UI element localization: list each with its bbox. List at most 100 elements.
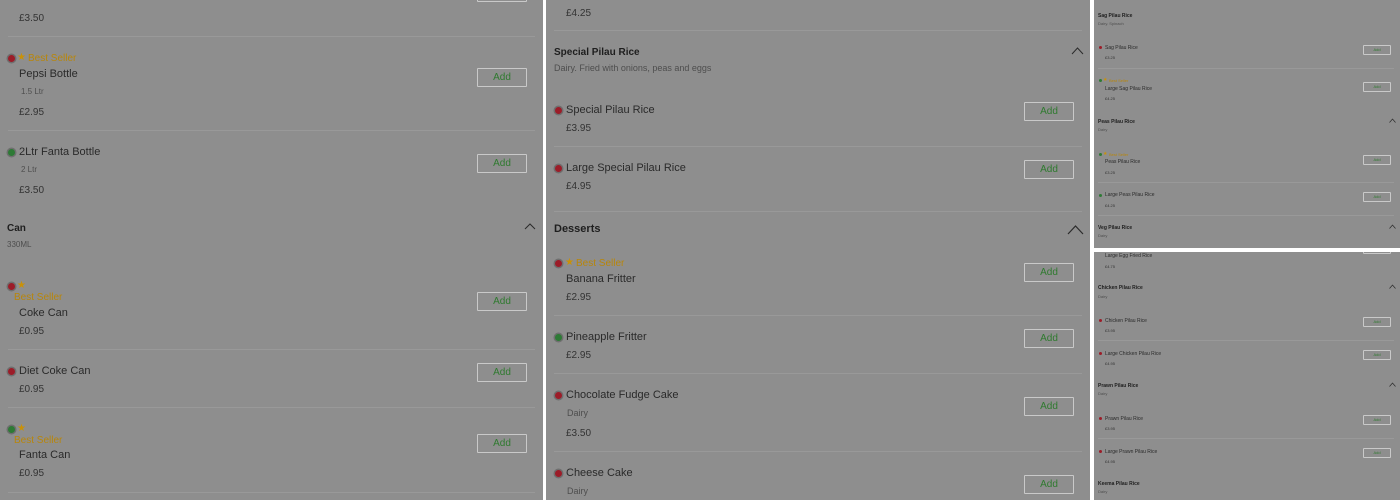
veg-dot-icon (8, 426, 15, 433)
best-seller-badge: Best Seller (28, 53, 77, 64)
item-name: 2Ltr Fanta Bottle (19, 146, 101, 158)
item-price: £3.95 (1105, 426, 1116, 431)
chevron-up-icon[interactable] (1389, 382, 1396, 387)
chevron-up-icon[interactable] (1067, 224, 1084, 235)
item-price: £3.95 (566, 123, 592, 134)
item-name: Cheese Cake (566, 467, 633, 479)
item-price: £4.25 (1105, 203, 1116, 208)
chevron-up-icon[interactable] (524, 222, 536, 230)
divider (554, 211, 1082, 212)
item-name: Chicken Pilau Rice (1105, 318, 1147, 324)
best-seller-badge: Best Seller (14, 292, 63, 303)
item-price: £4.75 (1105, 264, 1116, 269)
add-button[interactable]: Add (477, 434, 527, 453)
section-description: Dairy (1098, 294, 1108, 299)
add-button[interactable]: Add (1024, 102, 1074, 121)
section-description: Dairy. Fried with onions, peas and eggs (554, 63, 712, 73)
chevron-up-icon[interactable] (1389, 284, 1396, 289)
item-price: £4.25 (1105, 96, 1116, 101)
divider (8, 407, 535, 408)
non-veg-dot-icon (1099, 46, 1102, 49)
add-button[interactable]: Add (1363, 82, 1391, 92)
divider (8, 36, 535, 37)
add-button[interactable]: Add (1363, 155, 1391, 165)
add-button[interactable]: Add (1363, 45, 1391, 55)
item-price: £0.95 (19, 468, 45, 479)
veg-dot-icon (1099, 153, 1102, 156)
divider (8, 349, 535, 350)
section-title: Prawn Pilau Rice (1098, 383, 1139, 389)
item-name: Pepsi Bottle (19, 68, 78, 80)
item-name: Banana Fritter (566, 273, 636, 285)
non-veg-dot-icon (1099, 450, 1102, 453)
add-button[interactable]: Add (1024, 263, 1074, 282)
section-title: Chicken Pilau Rice (1098, 285, 1143, 291)
item-name: Coke Can (19, 307, 68, 319)
non-veg-dot-icon (1099, 319, 1102, 322)
veg-dot-icon (555, 334, 562, 341)
divider (554, 373, 1082, 374)
chevron-up-icon[interactable] (1071, 46, 1084, 55)
add-button[interactable]: Add (477, 363, 527, 382)
add-button[interactable] (1363, 252, 1391, 254)
section-description: Dairy. Spinach (1098, 21, 1124, 26)
item-description: Dairy (567, 486, 589, 496)
add-button[interactable]: Add (477, 68, 527, 87)
section-description: Dairy (1098, 127, 1108, 132)
star-icon: ★ (1103, 151, 1108, 157)
non-veg-dot-icon (555, 470, 562, 477)
non-veg-dot-icon (555, 165, 562, 172)
add-button[interactable]: Add (1363, 192, 1391, 202)
item-price: £3.50 (566, 428, 592, 439)
divider (554, 30, 1082, 31)
non-veg-dot-icon (555, 392, 562, 399)
add-button[interactable]: Add (1024, 475, 1074, 494)
add-button[interactable]: Add (1024, 397, 1074, 416)
menu-panel-chicken-prawn: Large Egg Fried Rice £4.75 Chicken Pilau… (1094, 252, 1400, 500)
item-price: £3.50 (19, 185, 45, 196)
veg-dot-icon (8, 149, 15, 156)
item-name: Pineapple Fritter (566, 331, 647, 343)
best-seller-badge: Best Seller (1109, 152, 1129, 157)
add-button[interactable]: Add (1363, 317, 1391, 327)
add-button[interactable]: Add (1363, 415, 1391, 425)
star-icon: ★ (17, 423, 26, 434)
divider (554, 315, 1082, 316)
add-button[interactable]: Add (1363, 448, 1391, 458)
section-title: Peas Pilau Rice (1098, 119, 1135, 125)
star-icon: ★ (565, 257, 574, 268)
add-button[interactable]: Add (477, 154, 527, 173)
star-icon: ★ (1103, 77, 1108, 83)
section-description: Dairy (1098, 489, 1108, 494)
item-name: Large Sag Pilau Rice (1105, 86, 1152, 92)
item-price: £3.25 (1105, 170, 1116, 175)
item-description: 2 Ltr (21, 165, 38, 174)
divider (1098, 438, 1394, 439)
item-name: Diet Coke Can (19, 365, 91, 377)
veg-dot-icon (1099, 194, 1102, 197)
divider (1098, 340, 1394, 341)
chevron-up-icon[interactable] (1389, 224, 1396, 229)
item-description: Dairy (567, 408, 589, 418)
item-price: £0.95 (19, 384, 45, 395)
divider (554, 146, 1082, 147)
section-title: Veg Pilau Rice (1098, 225, 1133, 231)
item-price: £3.95 (1105, 328, 1116, 333)
add-button[interactable]: Add (1024, 160, 1074, 179)
add-button[interactable]: Add (1024, 329, 1074, 348)
item-name: Large Prawn Pilau Rice (1105, 449, 1158, 455)
add-button[interactable]: Add (477, 292, 527, 311)
section-title: Keema Pilau Rice (1098, 481, 1140, 487)
item-name: Special Pilau Rice (566, 104, 655, 116)
item-description: 1.5 Ltr (21, 87, 44, 96)
chevron-up-icon[interactable] (1389, 118, 1396, 123)
add-button[interactable]: Add (1363, 350, 1391, 360)
menu-panel-rice-desserts: £4.25 Special Pilau Rice Dairy. Fried wi… (546, 0, 1090, 500)
add-button[interactable] (477, 0, 527, 2)
item-price: £4.25 (566, 8, 592, 19)
section-title: Sag Pilau Rice (1098, 13, 1133, 19)
item-name: Peas Pilau Rice (1105, 159, 1141, 165)
item-price: £4.95 (1105, 459, 1116, 464)
divider (554, 451, 1082, 452)
non-veg-dot-icon (555, 107, 562, 114)
